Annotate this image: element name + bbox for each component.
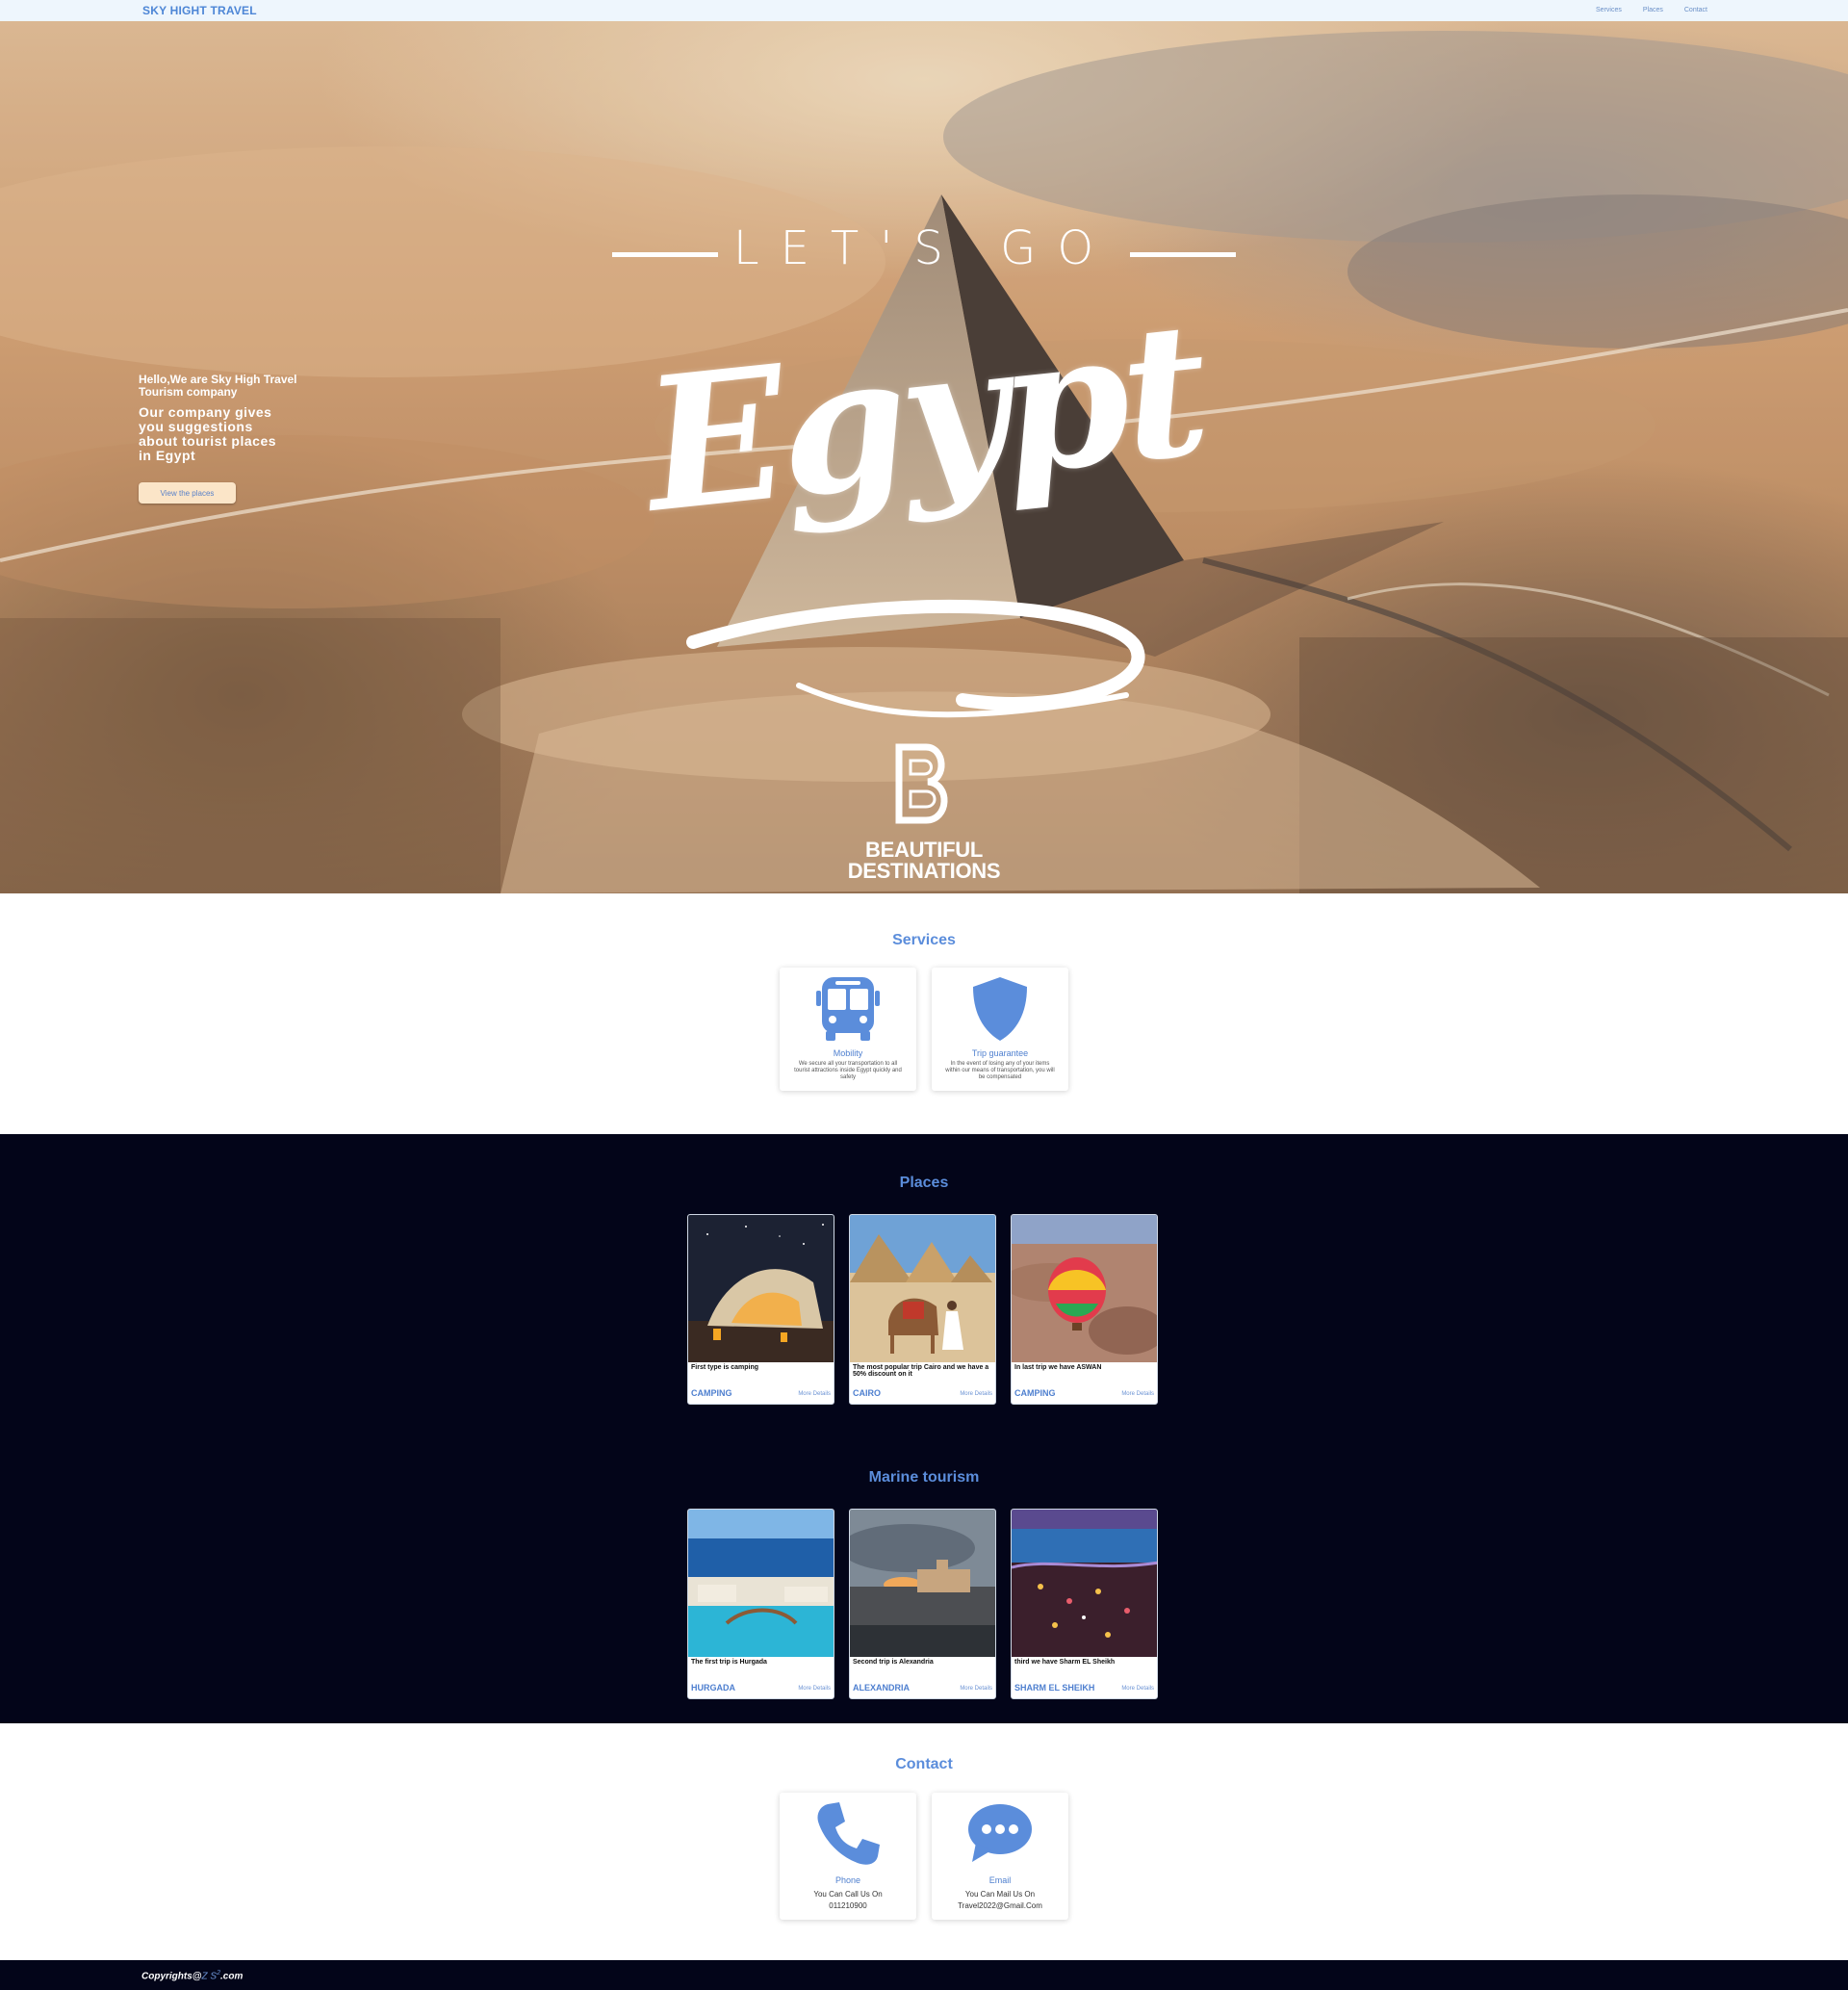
service-name: Mobility [833,1048,863,1058]
phone-icon [817,1802,880,1865]
brand-logo[interactable]: SKY HIGHT TRAVEL [142,4,257,17]
more-details-link[interactable]: More Details [960,1686,992,1692]
place-card-hurgada[interactable]: The first trip is Hurgada HURGADA More D… [687,1509,834,1699]
contact-description: You Can Mail Us On Travel2022@Gmail.Com [958,1890,1042,1910]
more-details-link[interactable]: More Details [960,1391,992,1397]
footer: Copyrights@Z S2.com [0,1960,1848,1990]
place-name: ALEXANDRIA [853,1683,911,1693]
place-card-alexandria[interactable]: Second trip is Alexandria ALEXANDRIA Mor… [849,1509,996,1699]
place-name: CAIRO [853,1388,881,1398]
place-name: HURGADA [691,1683,735,1693]
more-details-link[interactable]: More Details [798,1391,831,1397]
place-caption: third we have Sharm EL Sheikh [1014,1659,1116,1666]
places-section: Places First type is camping CAMPING Mor… [0,1134,1848,1723]
contact-title: Contact [895,1756,953,1772]
contact-name: Email [988,1875,1012,1885]
pyramids-camel-image [850,1215,995,1362]
place-card-camping[interactable]: First type is camping CAMPING More Detai… [687,1214,834,1405]
place-caption: First type is camping [691,1364,759,1371]
service-description: In the event of losing any of your items… [945,1061,1055,1080]
nav-link-services[interactable]: Services [1596,7,1622,13]
citadel-sunset-image [850,1510,995,1657]
services-title: Services [892,932,956,948]
bus-icon [816,977,880,1041]
coast-night-lights-image [1012,1510,1157,1657]
beautiful-destinations-text: BEAUTIFUL DESTINATIONS [847,838,1001,883]
more-details-link[interactable]: More Details [1121,1391,1154,1397]
service-card-trip-guarantee[interactable]: Trip guarantee In the event of losing an… [932,968,1068,1091]
shield-icon [973,977,1027,1041]
hero-intro: Hello,We are Sky High Travel Tourism com… [139,374,331,504]
desert-tent-night-image [688,1215,834,1362]
contact-name: Phone [834,1875,861,1885]
navbar: SKY HIGHT TRAVEL Services Places Contact [0,0,1848,21]
place-caption: Second trip is Alexandria [853,1659,934,1666]
view-places-button[interactable]: View the places [139,482,236,504]
copyright-text: Copyrights@Z S2.com [141,1970,244,1982]
hero-description: Our company gives you suggestions about … [139,404,277,463]
place-card-aswan[interactable]: In last trip we have ASWAN CAMPING More … [1011,1214,1158,1405]
place-name: CAMPING [691,1388,732,1398]
hero-banner: LET'S GO Egypt BEAUTIFUL DESTINATIONS He… [0,21,1848,893]
place-caption: In last trip we have ASWAN [1014,1364,1102,1371]
service-description: We secure all your transportation to all… [794,1061,902,1080]
place-name: SHARM EL SHEIKH [1014,1683,1095,1693]
more-details-link[interactable]: More Details [798,1686,831,1692]
contact-card-email[interactable]: Email You Can Mail Us On Travel2022@Gmai… [932,1793,1068,1920]
hot-air-balloon-image [1012,1215,1157,1362]
place-card-sharm-el-sheikh[interactable]: third we have Sharm EL Sheikh SHARM EL S… [1011,1509,1158,1699]
place-name: CAMPING [1014,1388,1056,1398]
nav-links: Services Places Contact [1596,7,1707,13]
contact-card-phone[interactable]: Phone You Can Call Us On 011210900 [780,1793,916,1920]
nav-link-contact[interactable]: Contact [1684,7,1707,13]
marine-tourism-title: Marine tourism [868,1469,980,1486]
service-card-mobility[interactable]: Mobility We secure all your transportati… [780,968,916,1091]
contact-description: You Can Call Us On 011210900 [813,1890,883,1910]
zs-mark: Z S [201,1971,218,1982]
place-caption: The first trip is Hurgada [691,1659,767,1666]
resort-pool-sea-image [688,1510,834,1657]
nav-link-places[interactable]: Places [1643,7,1663,13]
chat-bubble-icon [968,1804,1032,1862]
place-caption: The most popular trip Cairo and we have … [853,1364,989,1378]
more-details-link[interactable]: More Details [1121,1686,1154,1692]
hero-hello-text: Hello,We are Sky High Travel Tourism com… [139,373,297,399]
place-card-cairo[interactable]: The most popular trip Cairo and we have … [849,1214,996,1405]
places-title: Places [899,1175,949,1191]
beautiful-destinations-logo-icon [895,743,948,824]
service-name: Trip guarantee [971,1048,1029,1058]
